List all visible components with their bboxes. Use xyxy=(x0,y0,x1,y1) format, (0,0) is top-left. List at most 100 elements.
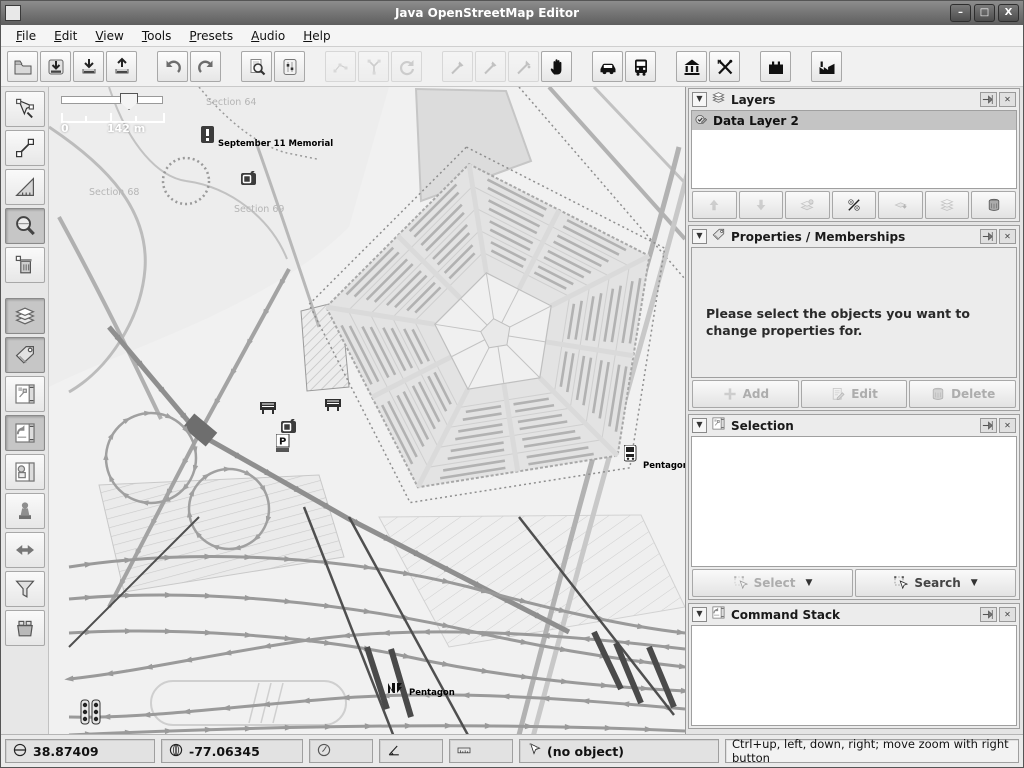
bus-preset-button[interactable] xyxy=(625,51,656,82)
app-window: Java OpenStreetMap Editor –□X FileEditVi… xyxy=(0,0,1024,768)
maximize-button[interactable]: □ xyxy=(974,4,995,22)
close-icon[interactable]: ✕ xyxy=(999,229,1016,244)
latitude-icon xyxy=(12,742,33,761)
select-button[interactable]: Select▼ xyxy=(692,569,853,597)
monument-preset-button[interactable] xyxy=(676,51,707,82)
layer-delete-button[interactable] xyxy=(971,191,1016,219)
layer-row[interactable]: Data Layer 2 xyxy=(692,111,1016,130)
layer-down-button xyxy=(739,191,784,219)
changesets-toggle-button[interactable] xyxy=(5,610,45,646)
tv-icon[interactable] xyxy=(241,171,257,190)
conflicts-toggle-button[interactable] xyxy=(5,532,45,568)
draw-way-tool-button[interactable] xyxy=(5,130,45,166)
download-along-button[interactable] xyxy=(40,51,71,82)
longitude-icon xyxy=(168,742,189,761)
undo-button[interactable] xyxy=(157,51,188,82)
way-nodes xyxy=(331,57,351,77)
menu-view[interactable]: View xyxy=(86,27,132,45)
latitude-field[interactable]: 38.87409 xyxy=(5,739,155,763)
selection-panel-icon xyxy=(711,416,726,435)
select-tool-button[interactable] xyxy=(5,91,45,127)
restaurant-preset-button[interactable] xyxy=(709,51,740,82)
traffic-signals-icon[interactable] xyxy=(80,699,102,729)
selection-toggle-button[interactable] xyxy=(5,376,45,412)
sticky-pin-icon[interactable] xyxy=(980,229,997,244)
redo-button[interactable] xyxy=(190,51,221,82)
filter-toggle-button[interactable] xyxy=(5,571,45,607)
map-canvas[interactable]: Section 64Section 68Section 69September … xyxy=(49,87,686,734)
select xyxy=(13,97,37,121)
menu-file[interactable]: File xyxy=(7,27,45,45)
title-bar[interactable]: Java OpenStreetMap Editor –□X xyxy=(1,1,1023,25)
close-button[interactable]: X xyxy=(998,4,1019,22)
zoom-tool-button[interactable] xyxy=(5,208,45,244)
menu-edit[interactable]: Edit xyxy=(45,27,86,45)
layer-up-button xyxy=(692,191,737,219)
car-preset-button[interactable] xyxy=(592,51,623,82)
warning-icon[interactable] xyxy=(201,126,215,148)
bus-stop-icon[interactable] xyxy=(624,445,637,466)
sticky-pin-icon[interactable] xyxy=(980,607,997,622)
layers-list[interactable]: Data Layer 2 xyxy=(691,110,1017,189)
bench-icon[interactable] xyxy=(260,399,277,418)
close-icon[interactable]: ✕ xyxy=(999,92,1016,107)
collapse-icon[interactable]: ▼ xyxy=(692,92,707,107)
factory-preset-button[interactable] xyxy=(811,51,842,82)
close-icon[interactable]: ✕ xyxy=(999,607,1016,622)
minimize-button[interactable]: – xyxy=(950,4,971,22)
menu-tools[interactable]: Tools xyxy=(133,27,181,45)
menu-audio[interactable]: Audio xyxy=(242,27,294,45)
upload-data-button[interactable] xyxy=(106,51,137,82)
zoom-slider[interactable] xyxy=(61,96,163,104)
castle xyxy=(766,57,786,77)
command-stack-list[interactable] xyxy=(691,625,1017,726)
preferences xyxy=(280,57,300,77)
search-button[interactable] xyxy=(241,51,272,82)
angle xyxy=(386,742,402,758)
menu-presets[interactable]: Presets xyxy=(180,27,242,45)
properties-toggle-button[interactable] xyxy=(5,337,45,373)
tag xyxy=(13,343,37,367)
chevron-down-icon: ▼ xyxy=(971,578,978,588)
command-stack-toggle-button[interactable] xyxy=(5,415,45,451)
car xyxy=(598,57,618,77)
lon xyxy=(168,742,184,758)
layers-toggle-button[interactable] xyxy=(5,298,45,334)
undo xyxy=(163,57,183,77)
longitude-field[interactable]: -77.06345 xyxy=(161,739,303,763)
delete-tool-button[interactable] xyxy=(5,247,45,283)
bus xyxy=(631,57,651,77)
castle-preset-button[interactable] xyxy=(760,51,791,82)
cmdlist xyxy=(13,421,37,445)
bench-icon[interactable] xyxy=(325,396,342,415)
download-data-button[interactable] xyxy=(73,51,104,82)
menu-help[interactable]: Help xyxy=(294,27,339,45)
search-selection-button[interactable]: Search▼ xyxy=(855,569,1016,597)
authors-toggle-button[interactable] xyxy=(5,493,45,529)
map-scale-bar: 0 142 m xyxy=(61,113,161,135)
station-icon[interactable] xyxy=(387,678,403,697)
merge-ways-button xyxy=(325,51,356,82)
relations-toggle-button[interactable] xyxy=(5,454,45,490)
tool-pick-3-button xyxy=(508,51,539,82)
refresh xyxy=(397,57,417,77)
add-tag-button: Add xyxy=(692,380,799,408)
sellist xyxy=(711,416,726,431)
menu-bar: FileEditViewToolsPresetsAudioHelp xyxy=(1,25,1023,47)
open-file-button[interactable] xyxy=(7,51,38,82)
selection-list[interactable] xyxy=(691,436,1017,567)
measure-tool-button[interactable] xyxy=(5,169,45,205)
tool-pick-2-button xyxy=(475,51,506,82)
pan-hand-button[interactable] xyxy=(541,51,572,82)
collapse-icon[interactable]: ▼ xyxy=(692,229,707,244)
parking-icon[interactable]: P xyxy=(276,434,290,457)
layer-visibility-button[interactable] xyxy=(832,191,877,219)
collapse-icon[interactable]: ▼ xyxy=(692,418,707,433)
scale-start-label: 0 xyxy=(61,122,69,135)
sticky-pin-icon[interactable] xyxy=(980,92,997,107)
collapse-icon[interactable]: ▼ xyxy=(692,607,707,622)
way-split xyxy=(364,57,384,77)
sticky-pin-icon[interactable] xyxy=(980,418,997,433)
close-icon[interactable]: ✕ xyxy=(999,418,1016,433)
preferences-button[interactable] xyxy=(274,51,305,82)
